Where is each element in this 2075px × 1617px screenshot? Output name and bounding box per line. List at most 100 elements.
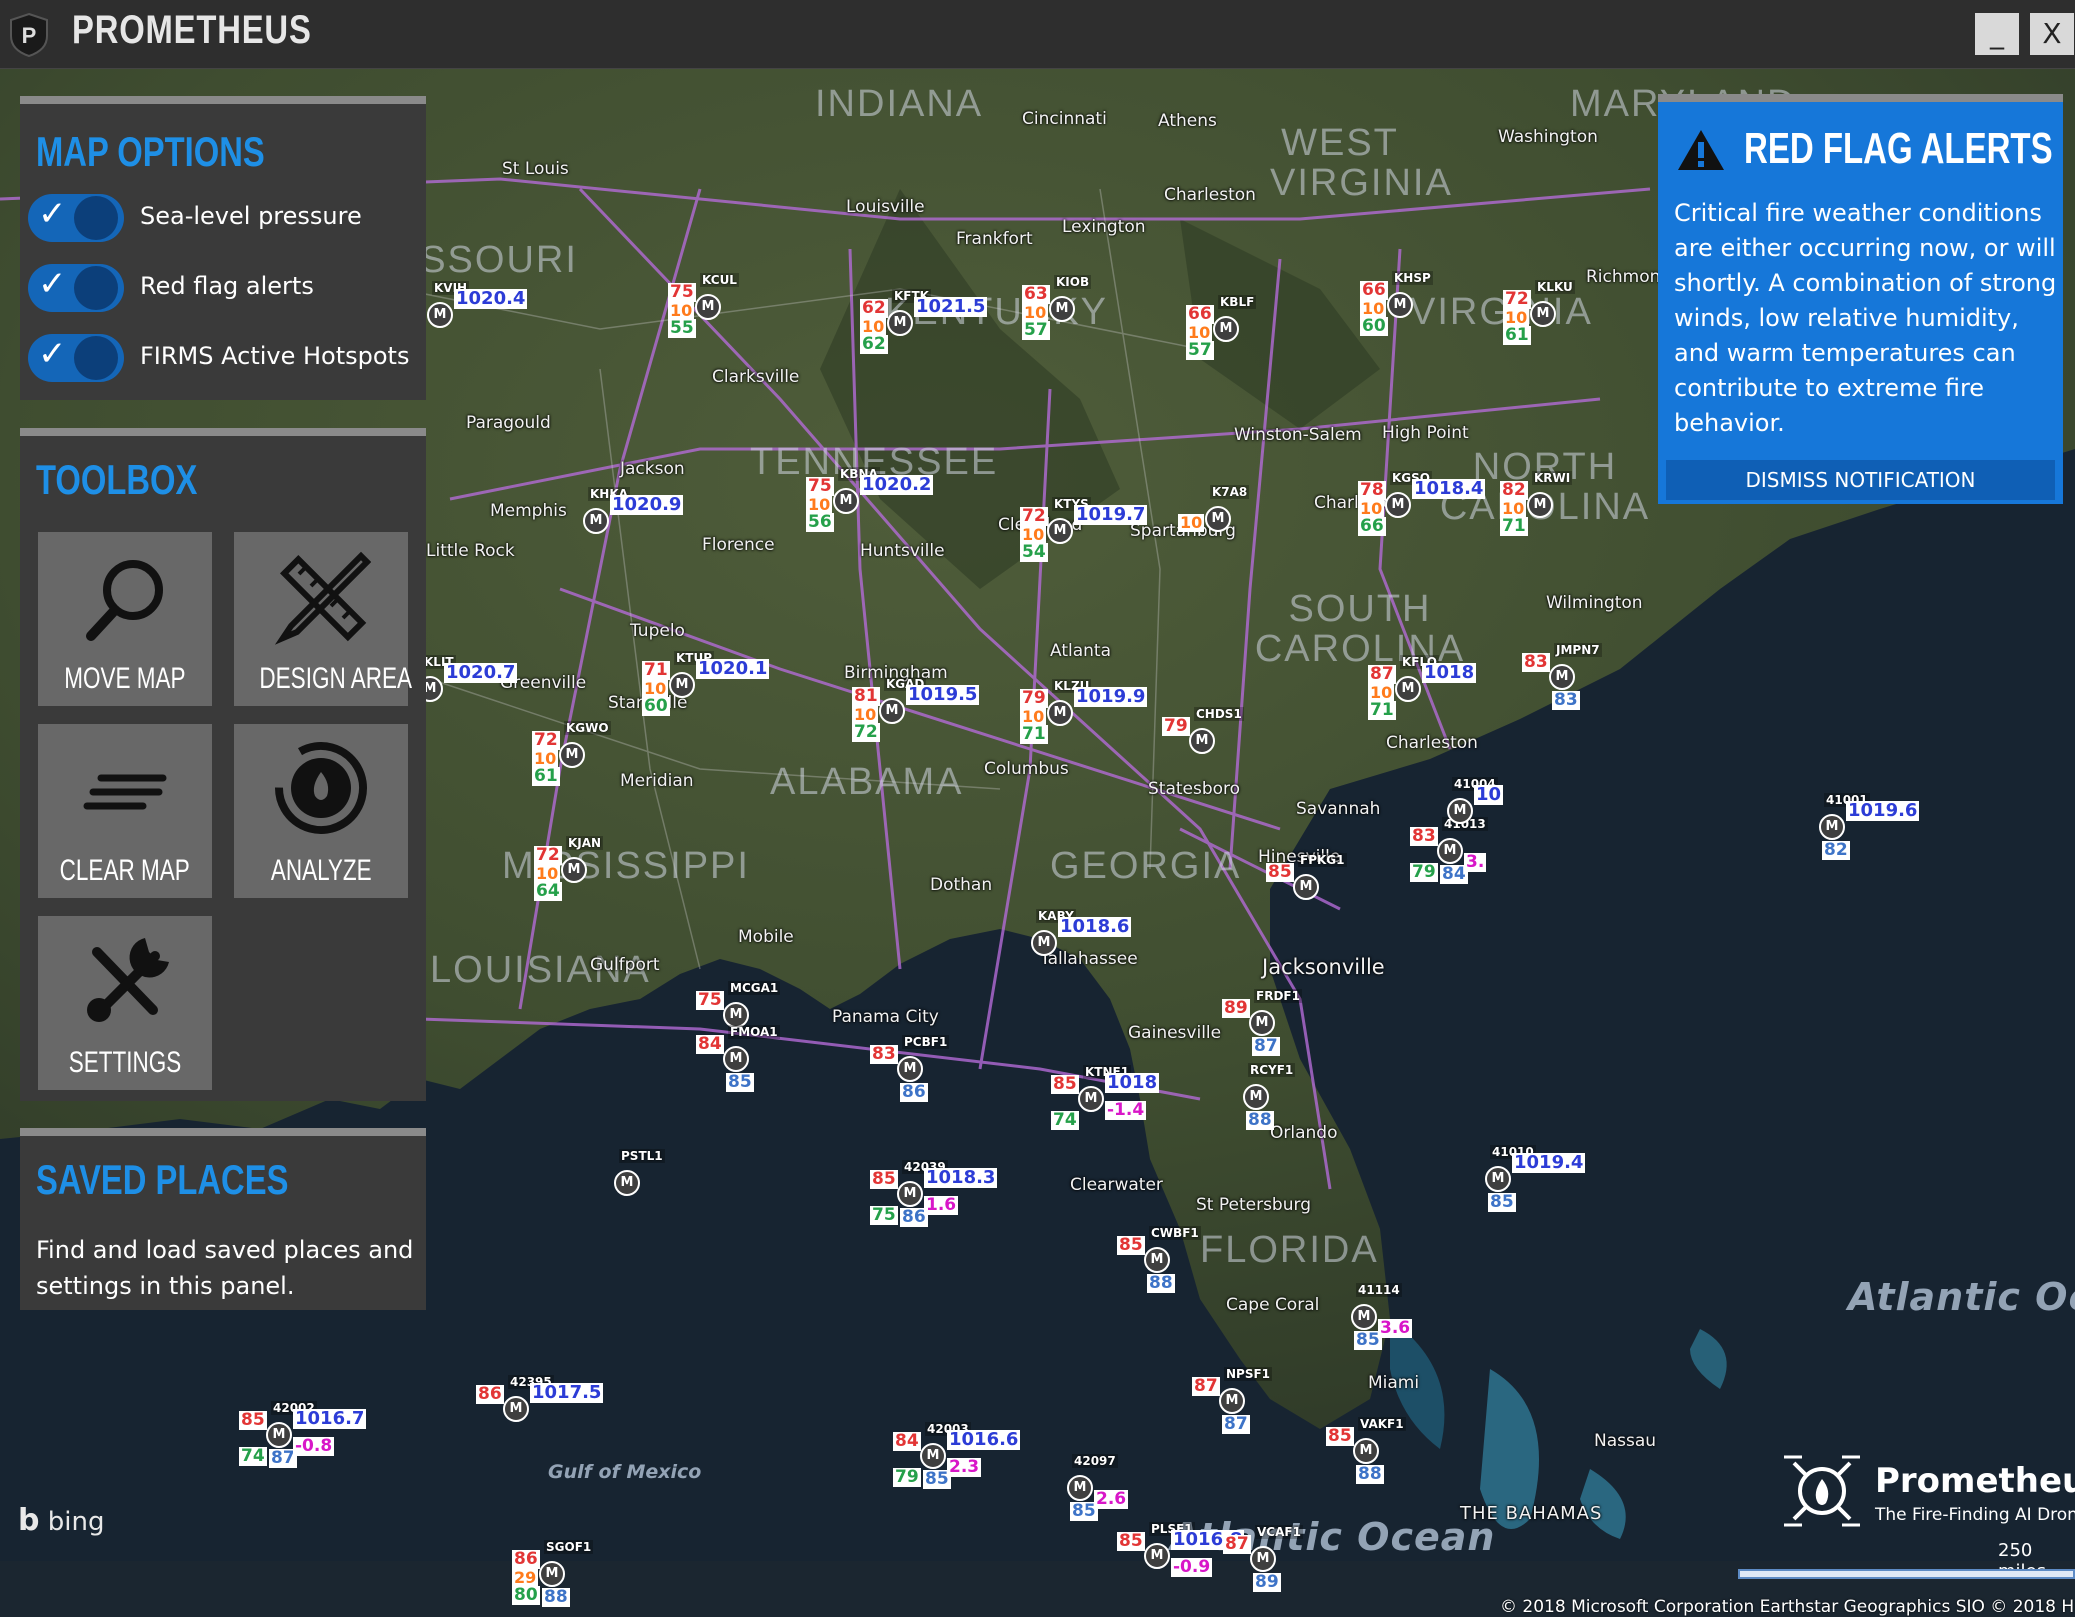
station-dewpoint: 74 [239, 1446, 267, 1466]
analyze-button[interactable]: ANALYZE [234, 724, 408, 898]
station-id: JMPN7 [1554, 643, 1602, 657]
station-temperature: 86 [476, 1384, 504, 1404]
station-temperature: 75 [668, 282, 696, 302]
city-label: Florence [702, 535, 775, 555]
station-id: VAKF1 [1358, 1417, 1406, 1431]
prometheus-logo-icon: P [10, 12, 48, 58]
state-label: SOUTH CAROLINA [1254, 588, 1466, 670]
station-m-icon: M [1385, 492, 1411, 518]
station-water-temp: 87 [1252, 1036, 1280, 1056]
design-area-button[interactable]: DESIGN AREA [234, 532, 412, 706]
sea-level-pressure-toggle[interactable]: ✓ [28, 194, 124, 242]
station-water-temp: 88 [1147, 1273, 1175, 1293]
station-temperature: 71 [642, 660, 670, 680]
station-temperature: 85 [1326, 1426, 1354, 1446]
station-pressure: 1020.4 [454, 288, 528, 309]
toggle-row-red-flag-alerts[interactable]: ✓ Red flag alerts [28, 260, 418, 314]
station-m-icon: M [1243, 1084, 1269, 1110]
red-flag-alerts-toggle[interactable]: ✓ [28, 264, 124, 312]
pencil-ruler-icon [274, 551, 371, 645]
station-dewpoint: 66 [1358, 516, 1386, 536]
city-label: Cape Coral [1226, 1295, 1320, 1315]
red-flag-alert-notification: RED FLAG ALERTS Critical fire weather co… [1658, 94, 2063, 504]
station-dewpoint: 61 [1503, 325, 1531, 345]
toggle-knob [74, 266, 118, 310]
tool-label: MOVE MAP [64, 662, 186, 695]
station-water-temp: 88 [1246, 1110, 1274, 1130]
state-label: ALABAMA [770, 761, 964, 803]
station-temperature: 85 [239, 1410, 267, 1430]
station-m-icon: M [1067, 1475, 1093, 1501]
tools-icon [87, 938, 169, 1022]
ocean-label: Atlantic Ocean [1848, 1275, 2075, 1319]
station-pressure: 1018.4 [1412, 478, 1486, 499]
city-label: Wilmington [1546, 593, 1643, 613]
drone-flame-icon [1784, 1455, 1860, 1527]
city-label: Nassau [1594, 1431, 1657, 1451]
check-icon: ✓ [38, 194, 67, 234]
city-label: St Petersburg [1196, 1195, 1311, 1215]
city-label: Memphis [490, 501, 567, 521]
station-m-icon: M [1353, 1438, 1379, 1464]
station-m-icon: M [1047, 700, 1073, 726]
station-temperature: 83 [1522, 652, 1550, 672]
station-m-icon: M [559, 742, 585, 768]
station-m-icon: M [1213, 316, 1239, 342]
station-m-icon: M [833, 488, 859, 514]
settings-button[interactable]: SETTINGS [38, 916, 212, 1090]
dismiss-notification-button[interactable]: DISMISS NOTIFICATION [1666, 460, 2055, 500]
toggle-row-firms-hotspots[interactable]: ✓ FIRMS Active Hotspots [28, 330, 418, 384]
state-label: WEST VIRGINIA [1270, 122, 1453, 204]
close-button[interactable]: X [2030, 13, 2074, 55]
firms-hotspots-toggle[interactable]: ✓ [28, 334, 124, 382]
station-m-icon: M [1078, 1086, 1104, 1112]
station-temperature: 87 [1368, 664, 1396, 684]
station-temperature: 63 [1022, 284, 1050, 304]
station-m-icon: M [1387, 292, 1413, 318]
toolbox-panel: TOOLBOX MOVE MAP DESIGN AREA CLEAR MAP A… [20, 428, 426, 1101]
station-dewpoint: 57 [1022, 320, 1050, 340]
station-dewpoint: 79 [1410, 862, 1438, 882]
toggle-row-sea-level-pressure[interactable]: ✓ Sea-level pressure [28, 190, 418, 244]
city-label: Statesboro [1148, 779, 1241, 799]
station-dewpoint: 75 [870, 1205, 898, 1225]
station-pressure-trend: 2.3 [947, 1457, 982, 1477]
brand-name: Prometheus [1875, 1461, 2075, 1501]
station-m-icon: M [1485, 1166, 1511, 1192]
toggle-knob [74, 336, 118, 380]
station-id: SGOF1 [544, 1540, 594, 1554]
station-pressure-trend: 3. [1464, 852, 1487, 872]
station-water-temp: 88 [1356, 1464, 1384, 1484]
station-m-icon: M [1250, 1546, 1276, 1572]
alert-title: RED FLAG ALERTS [1744, 124, 2053, 173]
station-id: CHDS1 [1194, 707, 1244, 721]
station-m-icon: M [503, 1396, 529, 1422]
station-id: CWBF1 [1149, 1226, 1201, 1240]
city-label: Atlanta [1050, 641, 1111, 661]
station-m-icon: M [539, 1561, 565, 1587]
station-m-icon: M [879, 698, 905, 724]
station-m-icon: M [1395, 676, 1421, 702]
station-water-temp: 85 [726, 1072, 754, 1092]
station-pressure-trend: 1.6 [924, 1195, 959, 1215]
station-temperature: 81 [852, 686, 880, 706]
station-temperature: 83 [870, 1044, 898, 1064]
station-id: RCYF1 [1248, 1063, 1296, 1077]
magnifier-icon [86, 560, 163, 641]
clear-map-button[interactable]: CLEAR MAP [38, 724, 212, 898]
map-options-panel: MAP OPTIONS ✓ Sea-level pressure ✓ Red f… [20, 96, 426, 400]
saved-places-panel: SAVED PLACES Find and load saved places … [20, 1128, 426, 1310]
app-title: PROMETHEUS [72, 8, 312, 52]
city-label: Savannah [1296, 799, 1381, 819]
station-m-icon: M [1437, 838, 1463, 864]
station-dewpoint: 74 [1051, 1110, 1079, 1130]
station-m-icon: M [1031, 930, 1057, 956]
city-label: Frankfort [956, 229, 1033, 249]
station-m-icon: M [1527, 492, 1553, 518]
station-id: KGWO [564, 721, 611, 735]
minimize-button[interactable]: _ [1975, 13, 2019, 55]
city-label: Washington [1498, 127, 1598, 147]
station-id: PSTL1 [619, 1149, 665, 1163]
move-map-button[interactable]: MOVE MAP [38, 532, 212, 706]
station-dewpoint: 55 [668, 318, 696, 338]
